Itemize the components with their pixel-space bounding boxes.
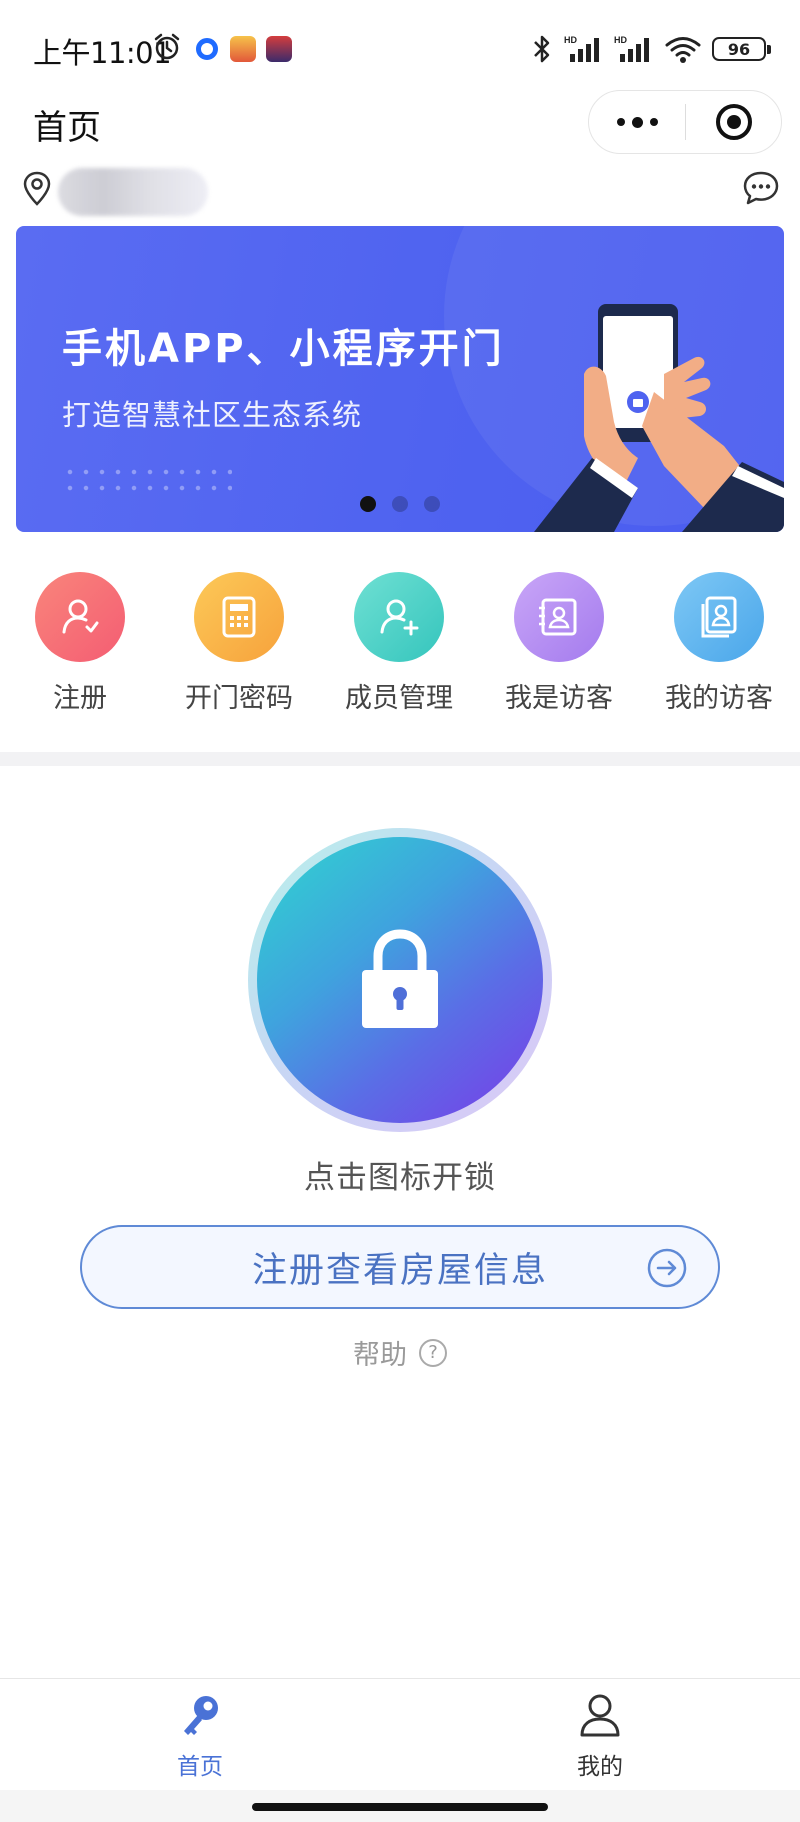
pager-dot[interactable] — [424, 496, 440, 512]
help-link[interactable]: 帮助 ? — [0, 1333, 800, 1372]
banner-pager — [360, 496, 440, 512]
person-icon — [580, 1694, 620, 1737]
alarm-icon — [154, 33, 180, 60]
status-bar: 上午11:01 HD HD 96 — [0, 0, 800, 90]
svg-text:HD: HD — [614, 35, 627, 45]
register-button-label: 注册查看房屋信息 — [251, 1250, 548, 1291]
lock-icon — [362, 929, 438, 1028]
target-icon — [715, 104, 752, 140]
section-divider — [0, 752, 800, 766]
bluetooth-icon — [534, 35, 550, 63]
app-notification-icon — [230, 36, 256, 62]
unlock-button-ring — [248, 828, 552, 1132]
decorative-dots — [62, 464, 232, 496]
pager-dot[interactable] — [360, 496, 376, 512]
unlock-hint: 点击图标开锁 — [304, 1160, 496, 1196]
signal-icon: HD — [614, 35, 649, 62]
quick-action-label: 注册 — [53, 683, 107, 714]
phone-in-hand-illustration — [534, 304, 784, 532]
more-button[interactable] — [589, 91, 685, 153]
battery-indicator: 96 — [712, 37, 771, 61]
close-button[interactable] — [686, 104, 781, 140]
user-check-icon — [35, 572, 125, 662]
svg-text:HD: HD — [564, 35, 577, 45]
tab-mine[interactable]: 我的 — [540, 1691, 660, 1781]
quick-action-register[interactable]: 注册 — [5, 572, 155, 715]
page-title: 首页 — [33, 108, 101, 148]
arrow-right-circle-icon — [647, 1248, 687, 1288]
location-pin-icon[interactable] — [22, 170, 52, 208]
quick-action-label: 我的访客 — [665, 683, 773, 714]
quick-action-my-visitors[interactable]: 我的访客 — [644, 572, 794, 715]
contact-book-icon — [674, 572, 764, 662]
banner-title: 手机APP、小程序开门 — [62, 326, 505, 372]
quick-action-label: 我是访客 — [505, 683, 613, 714]
quick-action-label: 开门密码 — [185, 683, 293, 714]
wifi-icon — [665, 37, 701, 63]
battery-level: 96 — [727, 39, 751, 59]
tab-home[interactable]: 首页 — [140, 1691, 260, 1781]
status-indicators: HD HD 96 — [530, 34, 771, 64]
add-user-icon — [354, 572, 444, 662]
tab-label: 我的 — [577, 1754, 623, 1780]
unlock-button[interactable] — [257, 837, 543, 1123]
contact-card-icon — [514, 572, 604, 662]
quick-actions: 注册 开门密码 成员管理 我是访客 我的访客 — [0, 572, 800, 722]
quick-action-i-am-visitor[interactable]: 我是访客 — [484, 572, 634, 715]
quick-action-door-password[interactable]: 开门密码 — [164, 572, 314, 715]
tab-label: 首页 — [177, 1754, 223, 1780]
key-icon — [184, 1696, 218, 1735]
calculator-icon — [194, 572, 284, 662]
status-time: 上午11:01 — [33, 36, 172, 70]
banner-subtitle: 打造智慧社区生态系统 — [62, 398, 363, 432]
mini-program-capsule — [588, 90, 782, 154]
promo-banner[interactable]: 手机APP、小程序开门 打造智慧社区生态系统 — [16, 226, 784, 532]
quick-action-label: 成员管理 — [345, 683, 453, 714]
app-notification-icon — [266, 36, 292, 62]
register-view-house-button[interactable]: 注册查看房屋信息 — [80, 1225, 720, 1309]
pager-dot[interactable] — [392, 496, 408, 512]
location-row — [0, 160, 800, 220]
quick-action-member-management[interactable]: 成员管理 — [324, 572, 474, 715]
home-indicator[interactable] — [252, 1803, 548, 1811]
signal-icon: HD — [564, 35, 599, 62]
help-label: 帮助 — [353, 1340, 407, 1371]
question-icon: ? — [419, 1338, 447, 1367]
message-icon[interactable] — [742, 170, 780, 206]
app-notification-icon — [196, 38, 218, 60]
community-name-blurred[interactable] — [58, 168, 208, 216]
bottom-tab-bar: 首页 我的 — [0, 1678, 800, 1790]
